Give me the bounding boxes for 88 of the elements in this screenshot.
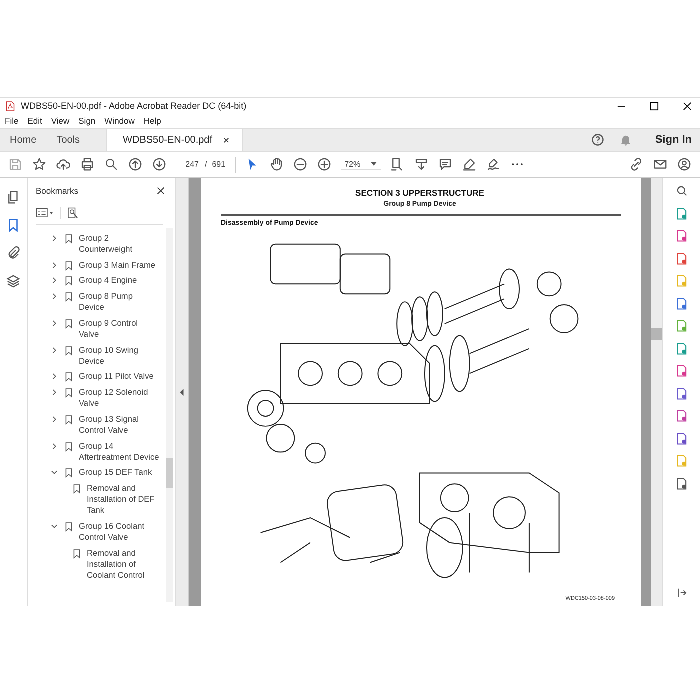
bookmark-icon [65,372,73,382]
caret-down-icon[interactable] [370,162,377,166]
chevron-right-icon[interactable] [51,388,58,396]
chevron-down-icon[interactable] [51,469,58,476]
bookmark-item[interactable]: Group 15 DEF Tank [79,467,160,479]
chevron-right-icon[interactable] [51,292,58,300]
bookmark-item[interactable]: Group 2 Counterweight [79,233,160,256]
page-count: 691 [212,160,226,169]
help-icon[interactable] [591,133,606,147]
star-icon[interactable] [32,157,47,172]
zoom-search-icon[interactable] [674,184,688,198]
bookmark-icon [65,234,73,244]
sign-in-button[interactable]: Sign In [647,132,700,148]
bookmark-item[interactable]: Removal and Installation of DEF Tank [87,482,160,517]
mail-icon[interactable] [653,157,668,172]
hand-icon[interactable] [268,157,284,172]
menu-item[interactable]: View [51,116,70,126]
bookmark-item[interactable]: Group 9 Control Valve [79,318,160,340]
bookmark-icon [73,548,81,559]
print-icon[interactable] [80,157,95,172]
menu-item[interactable]: Help [144,116,162,126]
cloud-upload-icon[interactable] [56,157,71,172]
close-icon[interactable] [683,102,692,110]
bookmark-search-icon[interactable] [67,206,79,220]
bookmark-item[interactable]: Group 16 Coolant Control Valve [79,520,160,544]
bookmark-icon [65,468,73,478]
menu-item[interactable]: File [5,116,19,126]
bookmark-icon [73,484,81,494]
down-arrow-icon[interactable] [152,157,167,172]
tab[interactable]: Tools [46,129,90,151]
zoom-in-icon[interactable] [316,157,332,172]
scrollbar[interactable] [166,228,173,602]
bookmark-item[interactable]: Group 14 Aftertreatment Device [79,440,160,463]
section-title: SECTION 3 UPPERSTRUCTURE [354,188,486,198]
chevron-right-icon[interactable] [51,373,58,380]
bookmark-icon [65,292,73,302]
window-title: WDBS50-EN-00.pdf - Adobe Acrobat Reader DC (64-bit) [21,101,247,111]
panel-title: Bookmarks [36,186,79,196]
close-icon[interactable] [157,187,165,195]
options-menu-icon[interactable] [36,207,54,219]
bookmark-icon [65,388,73,398]
bookmark-item[interactable]: Group 3 Main Frame [79,260,160,271]
menu-item[interactable]: Window [104,116,135,126]
zoom-search-icon[interactable] [104,157,119,172]
zoom-dropdown[interactable]: 72% [340,160,381,170]
bookmark-icon [65,276,73,286]
bookmark-icon [65,522,73,532]
menu-item[interactable]: Edit [28,116,42,126]
layers-icon[interactable] [6,274,21,289]
tab[interactable]: Home [0,129,47,151]
scrollbar[interactable] [651,178,662,606]
bookmark-item[interactable]: Group 4 Engine [79,275,160,287]
chevron-right-icon[interactable] [51,262,58,269]
chevron-down-icon[interactable] [51,522,58,530]
up-arrow-icon[interactable] [128,157,143,172]
chevron-right-icon[interactable] [51,277,58,284]
fit-page-icon[interactable] [390,157,405,172]
maximize-icon[interactable] [650,102,659,110]
chevron-right-icon[interactable] [51,346,58,354]
bookmark-item[interactable]: Group 8 Pump Device [79,290,160,314]
bookmark-icon[interactable] [6,218,21,233]
user-add-icon[interactable] [677,157,692,172]
menu-item[interactable]: Sign [78,116,96,126]
bookmark-icon [65,414,73,425]
paperclip-icon[interactable] [6,246,21,261]
pen-icon[interactable] [462,157,477,172]
bookmark-icon [65,260,73,271]
collapse-handle-icon[interactable] [180,388,184,396]
bookmark-item[interactable]: Group 10 Swing Device [79,344,160,367]
bookmark-item[interactable]: Removal and Installation of Coolant Control [87,548,160,582]
page-separator: / [205,160,208,169]
zoom-out-icon[interactable] [292,157,308,172]
share-link-icon[interactable] [629,157,644,172]
bookmark-icon [65,442,73,452]
bookmark-icon [65,346,73,356]
pages-icon[interactable] [6,190,21,205]
pdf-icon [6,100,15,112]
scroll-mode-icon[interactable] [414,157,429,172]
bookmark-icon [65,318,73,329]
chevron-right-icon[interactable] [51,235,58,242]
close-icon[interactable] [222,136,230,144]
chevron-right-icon[interactable] [51,320,58,327]
bookmark-item[interactable]: Group 11 Pilot Valve [79,371,160,383]
tab[interactable]: WDBS50-EN-00.pdf [106,129,243,151]
bookmark-item[interactable]: Group 12 Solenoid Valve [79,386,160,410]
chevron-right-icon[interactable] [51,416,58,423]
bookmark-item[interactable]: Group 13 Signal Control Valve [79,414,160,436]
chevron-right-icon[interactable] [51,442,58,450]
